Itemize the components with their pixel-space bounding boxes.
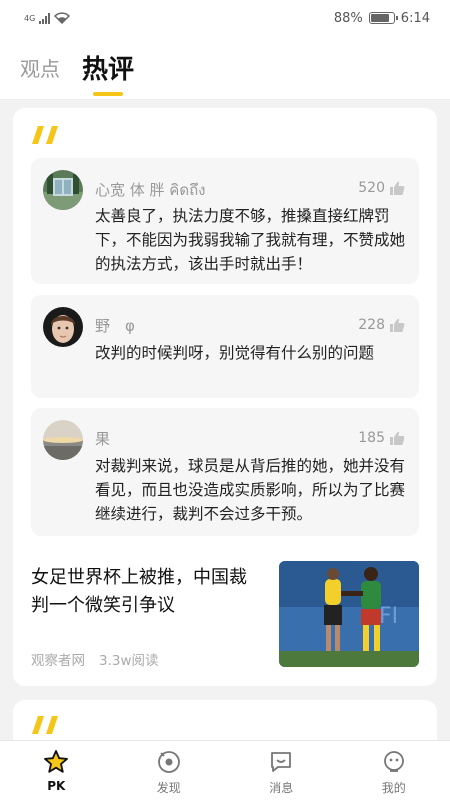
article-source: 观察者网 — [31, 653, 85, 669]
profile-icon — [383, 751, 404, 772]
signal-icon — [39, 12, 51, 24]
tab-discover[interactable]: 发现 — [113, 741, 226, 800]
quote-icon — [32, 126, 58, 144]
top-tabs: 观点 热评 — [0, 36, 450, 100]
article-title[interactable]: 女足世界杯上被推，中国裁判一个微笑引争议 — [31, 564, 261, 620]
thumbs-up-icon — [390, 181, 405, 195]
thumbs-up-icon — [390, 431, 405, 445]
avatar[interactable] — [43, 307, 83, 347]
wifi-icon — [54, 12, 71, 24]
message-icon — [271, 752, 292, 772]
tab-messages[interactable]: 消息 — [225, 741, 338, 800]
commenter-name[interactable]: 野 φ — [95, 315, 135, 336]
commenter-name[interactable]: 果 — [95, 428, 110, 449]
quote-icon — [32, 716, 58, 734]
battery-icon — [368, 12, 398, 24]
clock: 6:14 — [400, 10, 430, 26]
hot-comment-card[interactable]: 心宽 体 胖 คิดถึง 520 太善良了，执法力度不够，推搡直接红牌罚下，不… — [13, 108, 437, 686]
active-tab-indicator — [93, 92, 123, 96]
like-button[interactable]: 185 — [358, 430, 405, 446]
like-button[interactable]: 228 — [358, 317, 405, 333]
thumbs-up-icon — [390, 318, 405, 332]
compass-icon — [157, 751, 180, 773]
star-icon — [44, 750, 69, 773]
like-count: 228 — [358, 317, 385, 333]
network-type: 4G — [24, 13, 36, 23]
bottom-tab-bar: PK 发现 消息 我的 — [0, 740, 450, 800]
article-reads: 3.3w阅读 — [99, 653, 159, 669]
avatar[interactable] — [43, 170, 83, 210]
comment-text: 改判的时候判呀，别觉得有什么别的问题 — [95, 344, 375, 362]
comment-text: 太善良了，执法力度不够，推搡直接红牌罚下，不能因为我弱我输了我就有理，不赞成她的… — [95, 207, 405, 273]
tab-pk[interactable]: PK — [0, 741, 113, 800]
tab-hot-comments[interactable]: 热评 — [82, 49, 134, 96]
comment-item[interactable]: 果 185 对裁判来说，球员是从背后推的她，她并没有看见，而且也没造成实质影响，… — [31, 408, 419, 536]
svg-text:FI: FI — [379, 604, 398, 629]
commenter-name[interactable]: 心宽 体 胖 คิดถึง — [95, 178, 206, 202]
battery-text: 88% — [333, 10, 363, 26]
status-bar: 4G 88% 6:14 — [0, 0, 450, 36]
article-thumbnail[interactable]: FI — [279, 561, 419, 667]
comment-item[interactable]: 心宽 体 胖 คิดถึง 520 太善良了，执法力度不够，推搡直接红牌罚下，不… — [31, 158, 419, 284]
tab-viewpoints[interactable]: 观点 — [20, 53, 60, 82]
comment-text: 对裁判来说，球员是从背后推的她，她并没有看见，而且也没造成实质影响，所以为了比赛… — [95, 457, 405, 523]
like-button[interactable]: 520 — [358, 180, 405, 196]
like-count: 185 — [358, 430, 385, 446]
avatar[interactable] — [43, 420, 83, 460]
comment-item[interactable]: 野 φ 228 改判的时候判呀，别觉得有什么别的问题 — [31, 295, 419, 398]
like-count: 520 — [358, 180, 385, 196]
tab-profile[interactable]: 我的 — [338, 741, 450, 800]
article-meta: 观察者网 3.3w阅读 — [31, 649, 159, 669]
